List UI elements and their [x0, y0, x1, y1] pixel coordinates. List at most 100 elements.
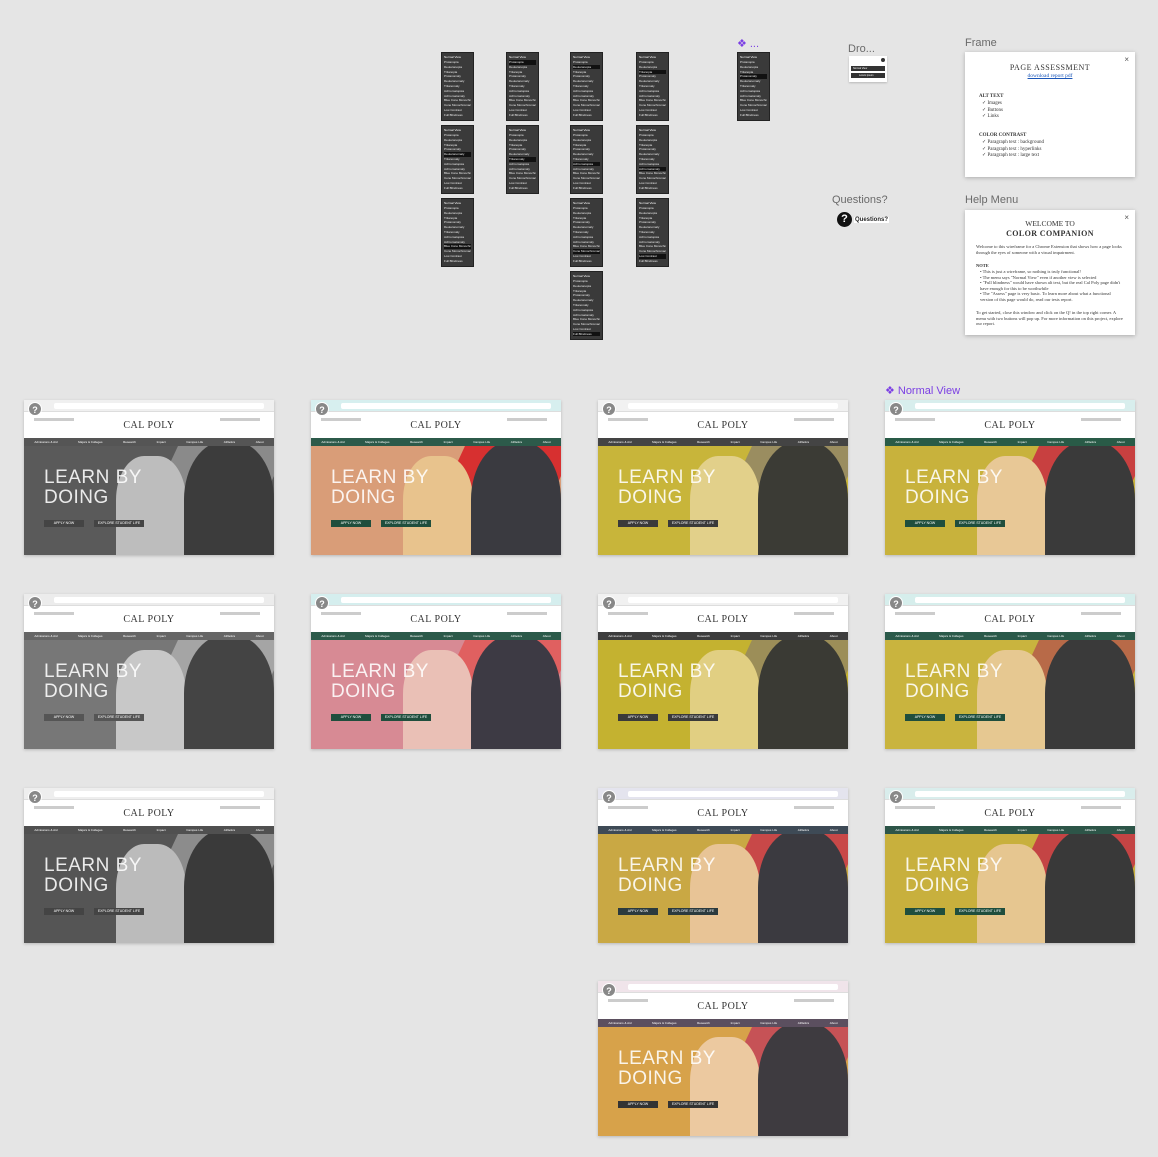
figma-canvas[interactable]: { "canvas": { "background": "#e5e5e5" },…	[0, 0, 1158, 1157]
url-bar[interactable]	[628, 984, 838, 990]
nav-item[interactable]: About	[543, 634, 551, 638]
extension-question-icon[interactable]: ?	[315, 596, 329, 610]
nav-item[interactable]: About	[830, 828, 838, 832]
nav-item[interactable]: Research	[410, 634, 423, 638]
site-thumbnail-low-contrast[interactable]: ? CAL POLY Admissions & Aid Majors & Colleg…	[598, 981, 848, 1136]
site-thumbnail-tritanomaly[interactable]: ? CAL POLY Admissions & Aid Majors & Colleg…	[598, 788, 848, 943]
nav-item[interactable]: Campus Life	[186, 828, 203, 832]
nav-item[interactable]: About	[1117, 828, 1125, 832]
normal-view-label[interactable]: ❖ Normal View	[885, 384, 960, 397]
menu-item[interactable]: Full Blindness	[639, 186, 666, 191]
view-dropdown-menu[interactable]: Normal View Protanopia Deuteranopia Tritano…	[570, 271, 603, 340]
apply-now-button[interactable]: APPLY NOW	[618, 520, 658, 527]
nav-item[interactable]: Athletics	[1085, 440, 1096, 444]
nav-item[interactable]: Impact	[444, 440, 453, 444]
menu-item[interactable]: Full Blindness	[444, 186, 471, 191]
nav-item[interactable]: Impact	[444, 634, 453, 638]
mini-dropdown[interactable]: Normal View Lorem ipsum	[849, 56, 887, 82]
nav-item[interactable]: Majors & Colleges	[365, 634, 389, 638]
nav-item[interactable]: Research	[123, 440, 136, 444]
url-bar[interactable]	[915, 403, 1125, 409]
site-thumbnail-deuteranopia[interactable]: ? CAL POLY Admissions & Aid Majors & Colleg…	[598, 400, 848, 555]
nav-item[interactable]: Impact	[1018, 828, 1027, 832]
nav-item[interactable]: Athletics	[224, 634, 235, 638]
menu-item[interactable]: Full Blindness	[740, 113, 767, 118]
dropdown-frame-label[interactable]: Dro...	[848, 43, 875, 55]
apply-now-button[interactable]: APPLY NOW	[331, 520, 371, 527]
site-logo[interactable]: CAL POLY	[885, 614, 1135, 625]
nav-item[interactable]: Campus Life	[760, 828, 777, 832]
site-logo[interactable]: CAL POLY	[885, 420, 1135, 431]
site-thumbnail-normal[interactable]: ? CAL POLY Admissions & Aid Majors & Colleg…	[885, 400, 1135, 555]
site-thumbnail-deuteranomaly[interactable]: ? CAL POLY Admissions & Aid Majors & Colleg…	[598, 594, 848, 749]
url-bar[interactable]	[54, 791, 264, 797]
view-dropdown-menu[interactable]: Normal View Protanopia Deuteranopia Tritano…	[506, 52, 539, 121]
menu-item[interactable]: Full Blindness	[573, 331, 600, 337]
apply-now-button[interactable]: APPLY NOW	[44, 520, 84, 527]
nav-item[interactable]: Impact	[157, 828, 166, 832]
nav-item[interactable]: About	[1117, 440, 1125, 444]
explore-student-life-button[interactable]: EXPLORE STUDENT LIFE	[94, 908, 144, 915]
nav-item[interactable]: About	[830, 634, 838, 638]
url-bar[interactable]	[628, 597, 838, 603]
nav-item[interactable]: About	[543, 440, 551, 444]
nav-item[interactable]: Athletics	[798, 1021, 809, 1025]
nav-item[interactable]: Majors & Colleges	[78, 634, 102, 638]
questions-button[interactable]: ? Questions?	[837, 212, 890, 227]
url-bar[interactable]	[628, 791, 838, 797]
nav-item[interactable]: Admissions & Aid	[34, 634, 57, 638]
extension-question-icon[interactable]: ?	[889, 596, 903, 610]
nav-item[interactable]: Majors & Colleges	[78, 440, 102, 444]
nav-item[interactable]: Research	[697, 828, 710, 832]
extension-question-icon[interactable]: ?	[889, 402, 903, 416]
explore-student-life-button[interactable]: EXPLORE STUDENT LIFE	[668, 1101, 718, 1108]
url-bar[interactable]	[54, 597, 264, 603]
site-thumbnail-protanopia[interactable]: ? CAL POLY Admissions & Aid Majors & Colleg…	[311, 400, 561, 555]
nav-item[interactable]: About	[1117, 634, 1125, 638]
apply-now-button[interactable]: APPLY NOW	[331, 714, 371, 721]
explore-student-life-button[interactable]: EXPLORE STUDENT LIFE	[94, 520, 144, 527]
menu-item[interactable]: Full Blindness	[573, 186, 600, 191]
nav-item[interactable]: Campus Life	[760, 634, 777, 638]
site-thumbnail-protanomaly[interactable]: ? CAL POLY Admissions & Aid Majors & Colleg…	[885, 594, 1135, 749]
nav-item[interactable]: About	[830, 1021, 838, 1025]
nav-item[interactable]: Impact	[1018, 634, 1027, 638]
nav-item[interactable]: Admissions & Aid	[608, 440, 631, 444]
nav-item[interactable]: Campus Life	[186, 440, 203, 444]
site-thumbnail-blue-cone[interactable]: ? CAL POLY Admissions & Aid Majors & Colleg…	[885, 788, 1135, 943]
nav-item[interactable]: Impact	[157, 440, 166, 444]
menu-item[interactable]: Full Blindness	[573, 113, 600, 118]
nav-item[interactable]: Campus Life	[473, 634, 490, 638]
nav-item[interactable]: Admissions & Aid	[34, 440, 57, 444]
nav-item[interactable]: Athletics	[1085, 634, 1096, 638]
site-logo[interactable]: CAL POLY	[24, 420, 274, 431]
nav-item[interactable]: Athletics	[511, 634, 522, 638]
nav-item[interactable]: Research	[123, 828, 136, 832]
extension-question-icon[interactable]: ?	[602, 790, 616, 804]
nav-item[interactable]: Athletics	[224, 828, 235, 832]
nav-item[interactable]: Admissions & Aid	[895, 828, 918, 832]
nav-item[interactable]: Impact	[731, 1021, 740, 1025]
nav-item[interactable]: About	[256, 634, 264, 638]
nav-item[interactable]: Athletics	[511, 440, 522, 444]
view-dropdown-menu[interactable]: Normal View Protanopia Deuteranopia Tritano…	[737, 52, 770, 121]
site-logo[interactable]: CAL POLY	[598, 614, 848, 625]
site-logo[interactable]: CAL POLY	[24, 614, 274, 625]
nav-item[interactable]: Majors & Colleges	[652, 440, 676, 444]
nav-item[interactable]: Majors & Colleges	[939, 828, 963, 832]
nav-item[interactable]: Campus Life	[760, 1021, 777, 1025]
site-thumbnail-monochromacy[interactable]: ? CAL POLY Admissions & Aid Majors & Colleg…	[24, 788, 274, 943]
extension-question-icon[interactable]: ?	[889, 790, 903, 804]
site-logo[interactable]: CAL POLY	[885, 808, 1135, 819]
url-bar[interactable]	[341, 403, 551, 409]
nav-item[interactable]: Campus Life	[760, 440, 777, 444]
menu-item[interactable]: Full Blindness	[444, 259, 471, 264]
site-logo[interactable]: CAL POLY	[311, 614, 561, 625]
mini-dropdown-item[interactable]: Lorem ipsum	[851, 73, 885, 78]
nav-item[interactable]: Campus Life	[1047, 440, 1064, 444]
explore-student-life-button[interactable]: EXPLORE STUDENT LIFE	[668, 714, 718, 721]
menu-item[interactable]: Full Blindness	[444, 113, 471, 118]
component-label[interactable]: ❖...	[737, 37, 759, 50]
nav-item[interactable]: Majors & Colleges	[652, 828, 676, 832]
extension-question-icon[interactable]: ?	[28, 596, 42, 610]
